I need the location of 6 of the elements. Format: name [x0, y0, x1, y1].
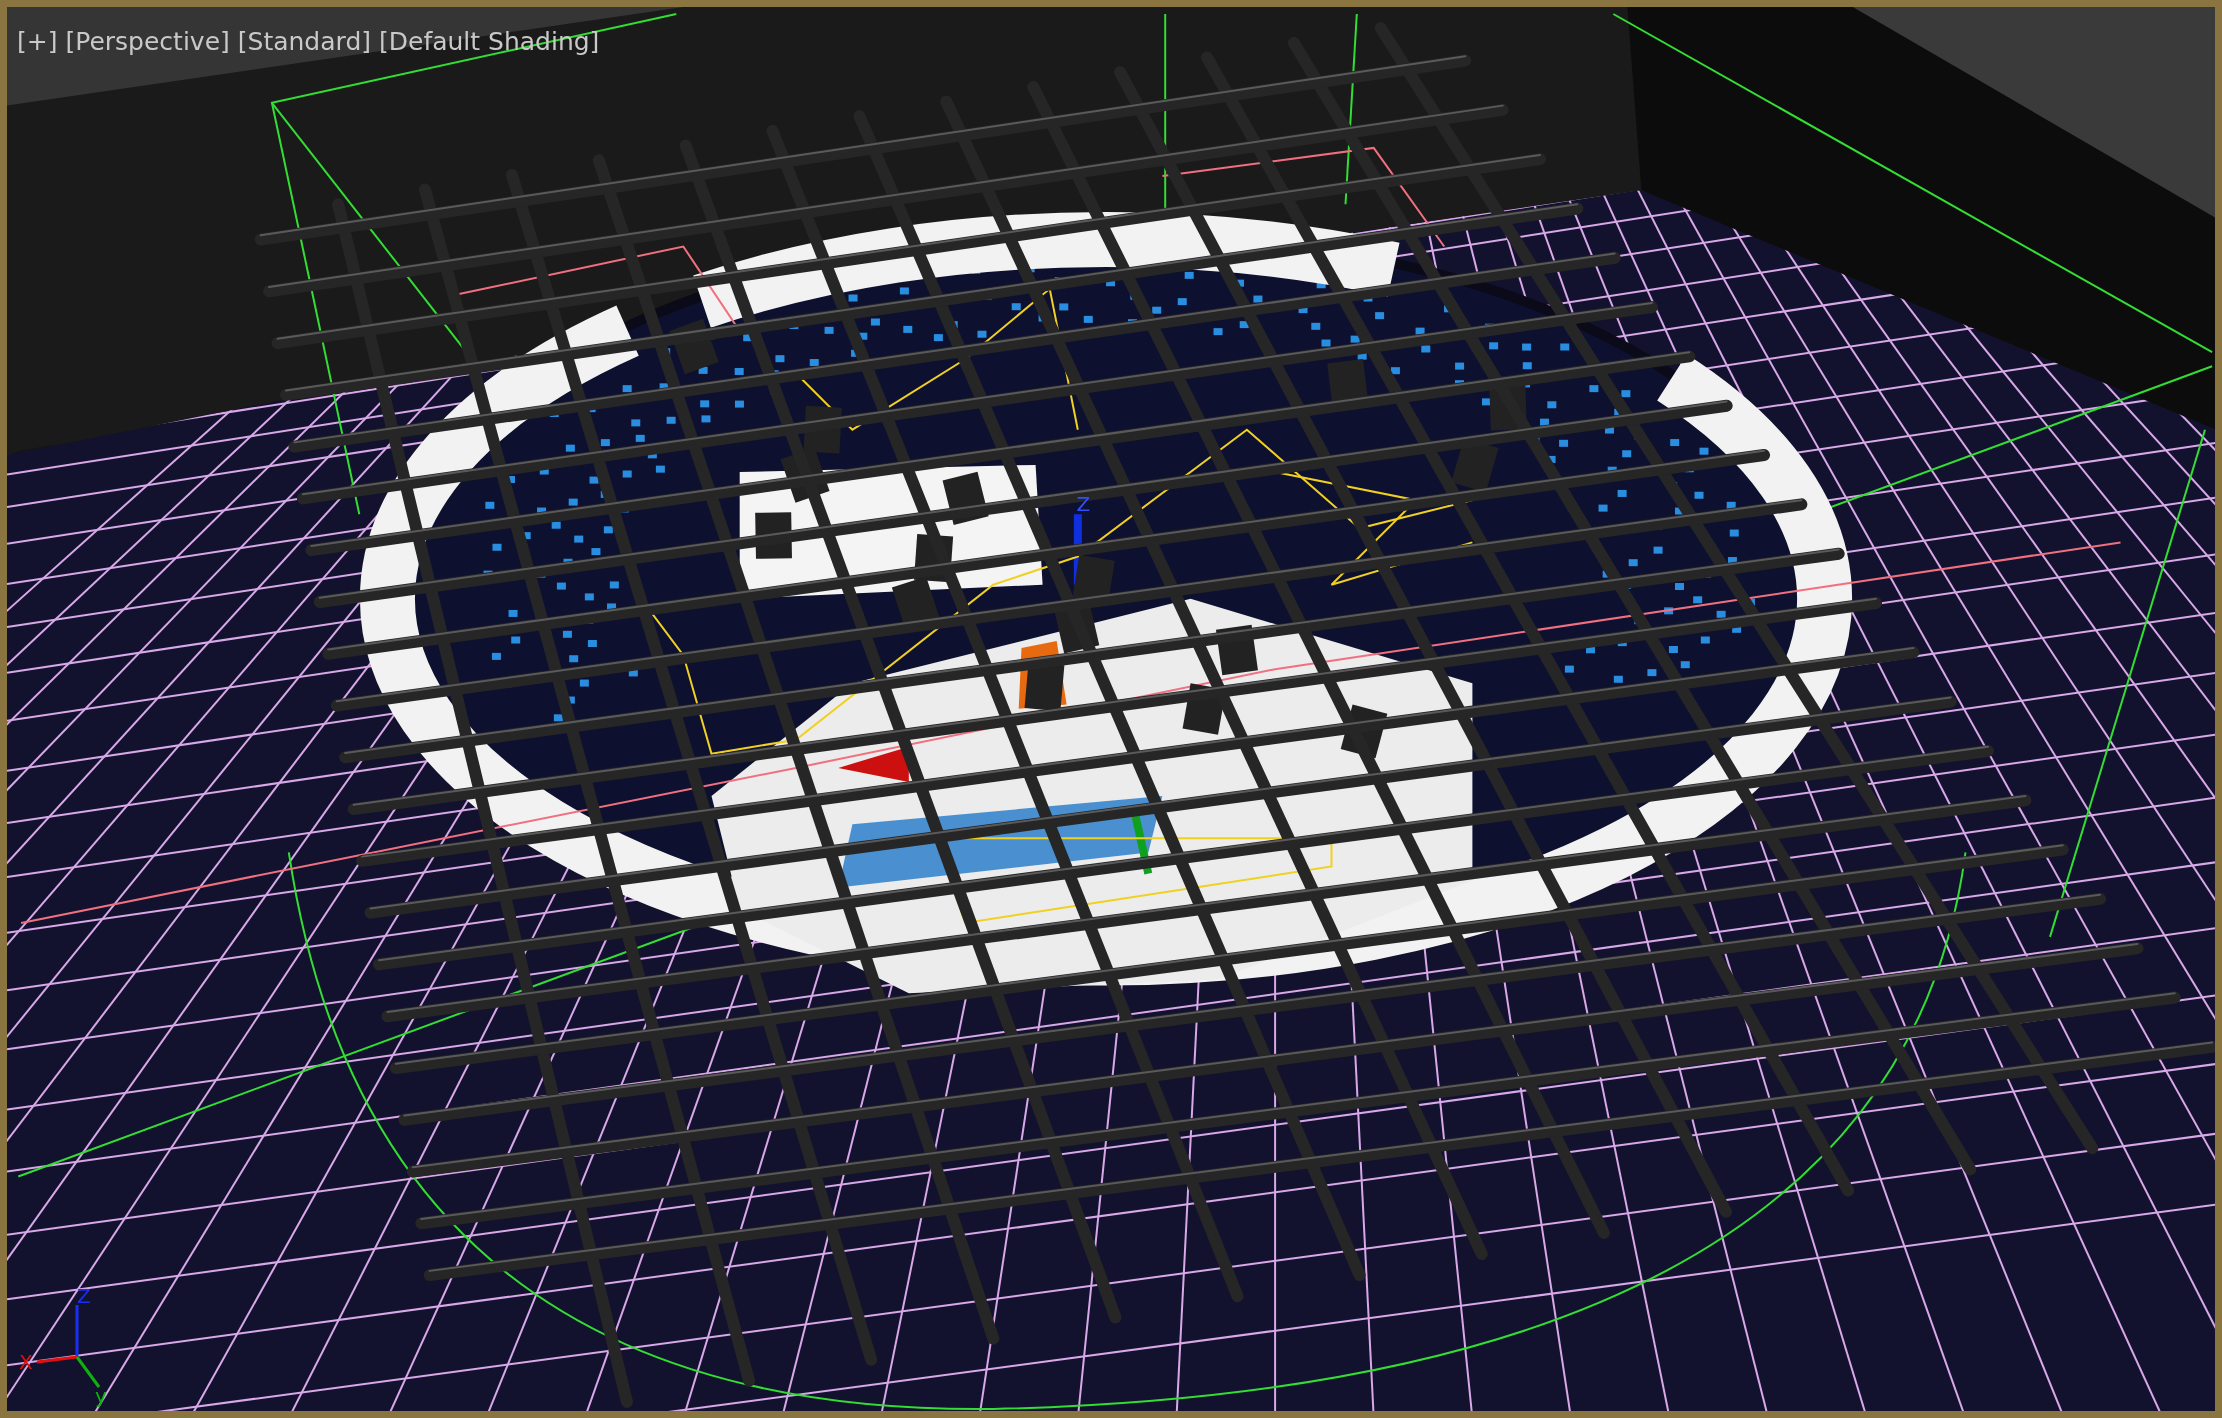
gizmo-axis-label: Z	[1076, 492, 1091, 517]
axis-tripod-icon	[36, 1305, 101, 1388]
render-preset-label[interactable]: [Standard]	[237, 29, 371, 54]
view-type-label[interactable]: [Perspective]	[65, 29, 230, 54]
viewport-menu-button[interactable]: [+]	[17, 29, 58, 54]
z-axis-label: Z	[77, 1284, 91, 1308]
